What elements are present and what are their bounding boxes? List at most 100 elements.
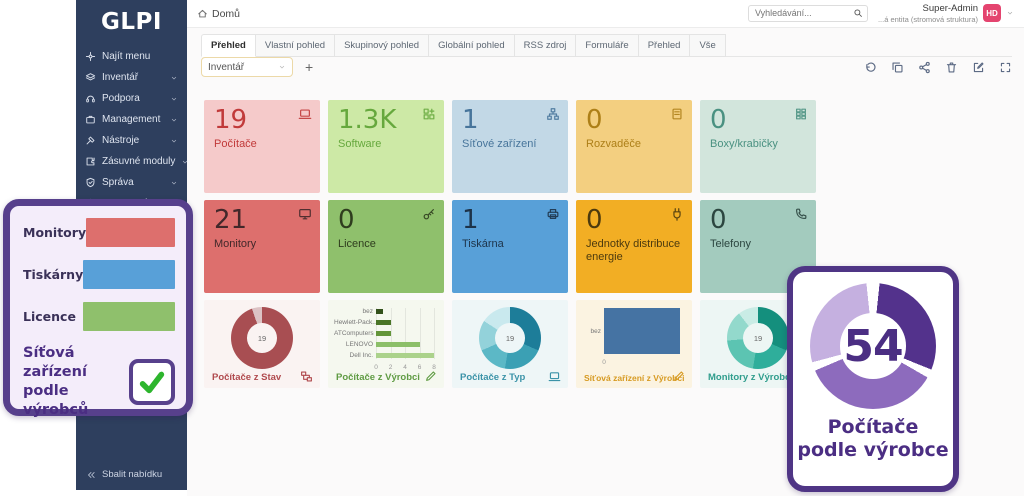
score-donut-hole: 54 bbox=[840, 313, 906, 379]
find-menu-icon bbox=[85, 51, 96, 62]
sidebar-item-label: Nástroje bbox=[102, 135, 139, 146]
bar-chart: bez0 bbox=[582, 308, 686, 367]
clone-icon[interactable] bbox=[891, 61, 904, 74]
donut-center-value: 19 bbox=[258, 334, 266, 343]
add-dashboard-button[interactable]: + bbox=[305, 60, 313, 74]
chevron-down-icon bbox=[278, 63, 286, 71]
pencil-icon bbox=[424, 370, 437, 383]
card-label: Tiskárna bbox=[462, 238, 558, 251]
tab-vlastni-pohled[interactable]: Vlastní pohled bbox=[256, 34, 335, 57]
card-rozvadece[interactable]: 0 Rozvaděče bbox=[576, 100, 692, 193]
donut-chart: 19 bbox=[231, 307, 293, 369]
card-sitove-zarizeni[interactable]: 1 Síťové zařízení bbox=[452, 100, 568, 193]
tab-formulare[interactable]: Formuláře bbox=[576, 34, 638, 57]
legend-caption-text: Síťová zařízení podle výrobců bbox=[23, 344, 127, 419]
avatar[interactable]: HD bbox=[983, 4, 1001, 22]
printer-icon bbox=[546, 207, 560, 221]
annotation-score-box: 54 Počítače podle výrobce bbox=[787, 266, 959, 492]
card-licence[interactable]: 0 Licence bbox=[328, 200, 444, 293]
sidebar-item-management[interactable]: Management bbox=[76, 109, 187, 130]
collapse-menu-button[interactable]: Sbalit nabídku bbox=[86, 469, 162, 480]
sidebar-item-plugins[interactable]: Zásuvné moduly bbox=[76, 151, 187, 172]
annotation-legend-box: Monitory Tiskárny Licence Síťová zařízen… bbox=[3, 199, 193, 416]
history-icon[interactable] bbox=[864, 61, 877, 74]
donut-chart: 19 bbox=[479, 307, 541, 369]
topbar: Domů Super-Admin ...á entita (stromová s… bbox=[187, 0, 1024, 28]
sidebar-item-admin[interactable]: Správa bbox=[76, 172, 187, 193]
tab-prehled[interactable]: Přehled bbox=[201, 34, 256, 57]
sidebar-item-tools[interactable]: Nástroje bbox=[76, 130, 187, 151]
tab-vse[interactable]: Vše bbox=[690, 34, 725, 57]
search-input[interactable] bbox=[755, 8, 849, 18]
card-label: Rozvaděče bbox=[586, 138, 682, 151]
card-tiskarna[interactable]: 1 Tiskárna bbox=[452, 200, 568, 293]
card-value: 19 bbox=[214, 107, 310, 134]
donut-hole: 19 bbox=[743, 323, 773, 353]
chevron-down-icon bbox=[181, 158, 189, 166]
sidebar-item-label: Podpora bbox=[102, 93, 140, 104]
tab-rss-zdroj[interactable]: RSS zdroj bbox=[515, 34, 577, 57]
chart-pocitace-z-vyrobci[interactable]: bezHewlett-Pack...ATComputersLENOVODell … bbox=[328, 300, 444, 388]
user-text: Super-Admin ...á entita (stromová strukt… bbox=[878, 3, 978, 23]
sidebar-item-label: Správa bbox=[102, 177, 134, 188]
phone-icon bbox=[794, 207, 808, 221]
score-value: 54 bbox=[843, 321, 902, 372]
share-icon[interactable] bbox=[918, 61, 931, 74]
chart-title: Počítače z Typ bbox=[460, 372, 525, 383]
card-boxy-krabicky[interactable]: 0 Boxy/krabičky bbox=[700, 100, 816, 193]
plug-icon bbox=[670, 207, 684, 221]
card-label: Jednotky distribuce energie bbox=[586, 238, 682, 263]
apps-plus-icon bbox=[422, 107, 436, 121]
chevron-down-icon bbox=[170, 95, 178, 103]
card-software[interactable]: 1.3K Software bbox=[328, 100, 444, 193]
sidebar-item-find-menu[interactable]: Najít menu bbox=[76, 46, 187, 67]
card-value: 0 bbox=[338, 207, 434, 234]
chart-pocitace-z-stav[interactable]: 19 Počítače z Stav bbox=[204, 300, 320, 388]
admin-icon bbox=[85, 177, 96, 188]
pencil-icon bbox=[672, 370, 685, 383]
search-icon[interactable] bbox=[853, 8, 863, 18]
sidebar-item-label: Management bbox=[102, 114, 160, 125]
chart-pocitace-z-typ[interactable]: 19 Počítače z Typ bbox=[452, 300, 568, 388]
breadcrumb-label: Domů bbox=[212, 8, 240, 20]
collapse-menu-label: Sbalit nabídku bbox=[102, 469, 162, 480]
user-menu[interactable]: Super-Admin ...á entita (stromová strukt… bbox=[878, 3, 1014, 23]
tab-globalni-pohled[interactable]: Globální pohled bbox=[429, 34, 515, 57]
card-value: 1 bbox=[462, 107, 558, 134]
sidebar-item-inventory[interactable]: Inventář bbox=[76, 67, 187, 88]
dashboard-selector-value: Inventář bbox=[208, 62, 244, 73]
card-monitory[interactable]: 21 Monitory bbox=[204, 200, 320, 293]
card-label: Síťové zařízení bbox=[462, 138, 558, 151]
laptop-icon bbox=[298, 107, 312, 121]
legend-swatch-tiskarny bbox=[83, 260, 175, 289]
card-label: Monitory bbox=[214, 238, 310, 251]
legend-caption: Síťová zařízení podle výrobců bbox=[23, 344, 175, 419]
fullscreen-icon[interactable] bbox=[999, 61, 1012, 74]
sidebar-item-label: Najít menu bbox=[102, 51, 150, 62]
card-label: Telefony bbox=[710, 238, 806, 251]
donut-center-value: 19 bbox=[754, 334, 762, 343]
card-label: Počítače bbox=[214, 138, 310, 151]
card-pocitace[interactable]: 19 Počítače bbox=[204, 100, 320, 193]
trash-icon[interactable] bbox=[945, 61, 958, 74]
card-value: 0 bbox=[586, 207, 682, 234]
edit-icon[interactable] bbox=[972, 61, 985, 74]
dashboard-grid: 19 Počítače 1.3K Software 1 Síťové zaříz… bbox=[204, 100, 820, 390]
dashboard-toolbar: Inventář + bbox=[201, 56, 1012, 78]
legend-label: Tiskárny bbox=[23, 267, 83, 282]
card-label: Boxy/krabičky bbox=[710, 138, 806, 151]
chart-sitova-zarizeni-z-vyrobci[interactable]: bez0 Síťová zařízení z Výrobci bbox=[576, 300, 692, 388]
chart-title: Počítače z Stav bbox=[212, 372, 281, 383]
chart-title: Síťová zařízení z Výrobci bbox=[584, 373, 684, 383]
sidebar-item-support[interactable]: Podpora bbox=[76, 88, 187, 109]
tab-prehled-2[interactable]: Přehled bbox=[639, 34, 691, 57]
dashboard-selector[interactable]: Inventář bbox=[201, 57, 293, 77]
card-label: Software bbox=[338, 138, 434, 151]
card-value: 1.3K bbox=[338, 107, 434, 134]
donut-hole: 19 bbox=[495, 323, 525, 353]
tab-skupinovy-pohled[interactable]: Skupinový pohled bbox=[335, 34, 429, 57]
score-caption-line2: podle výrobce bbox=[797, 439, 948, 462]
glpi-logo[interactable]: GLPI bbox=[76, 0, 187, 42]
breadcrumb[interactable]: Domů bbox=[197, 8, 240, 20]
card-jednotky-distribuce[interactable]: 0 Jednotky distribuce energie bbox=[576, 200, 692, 293]
